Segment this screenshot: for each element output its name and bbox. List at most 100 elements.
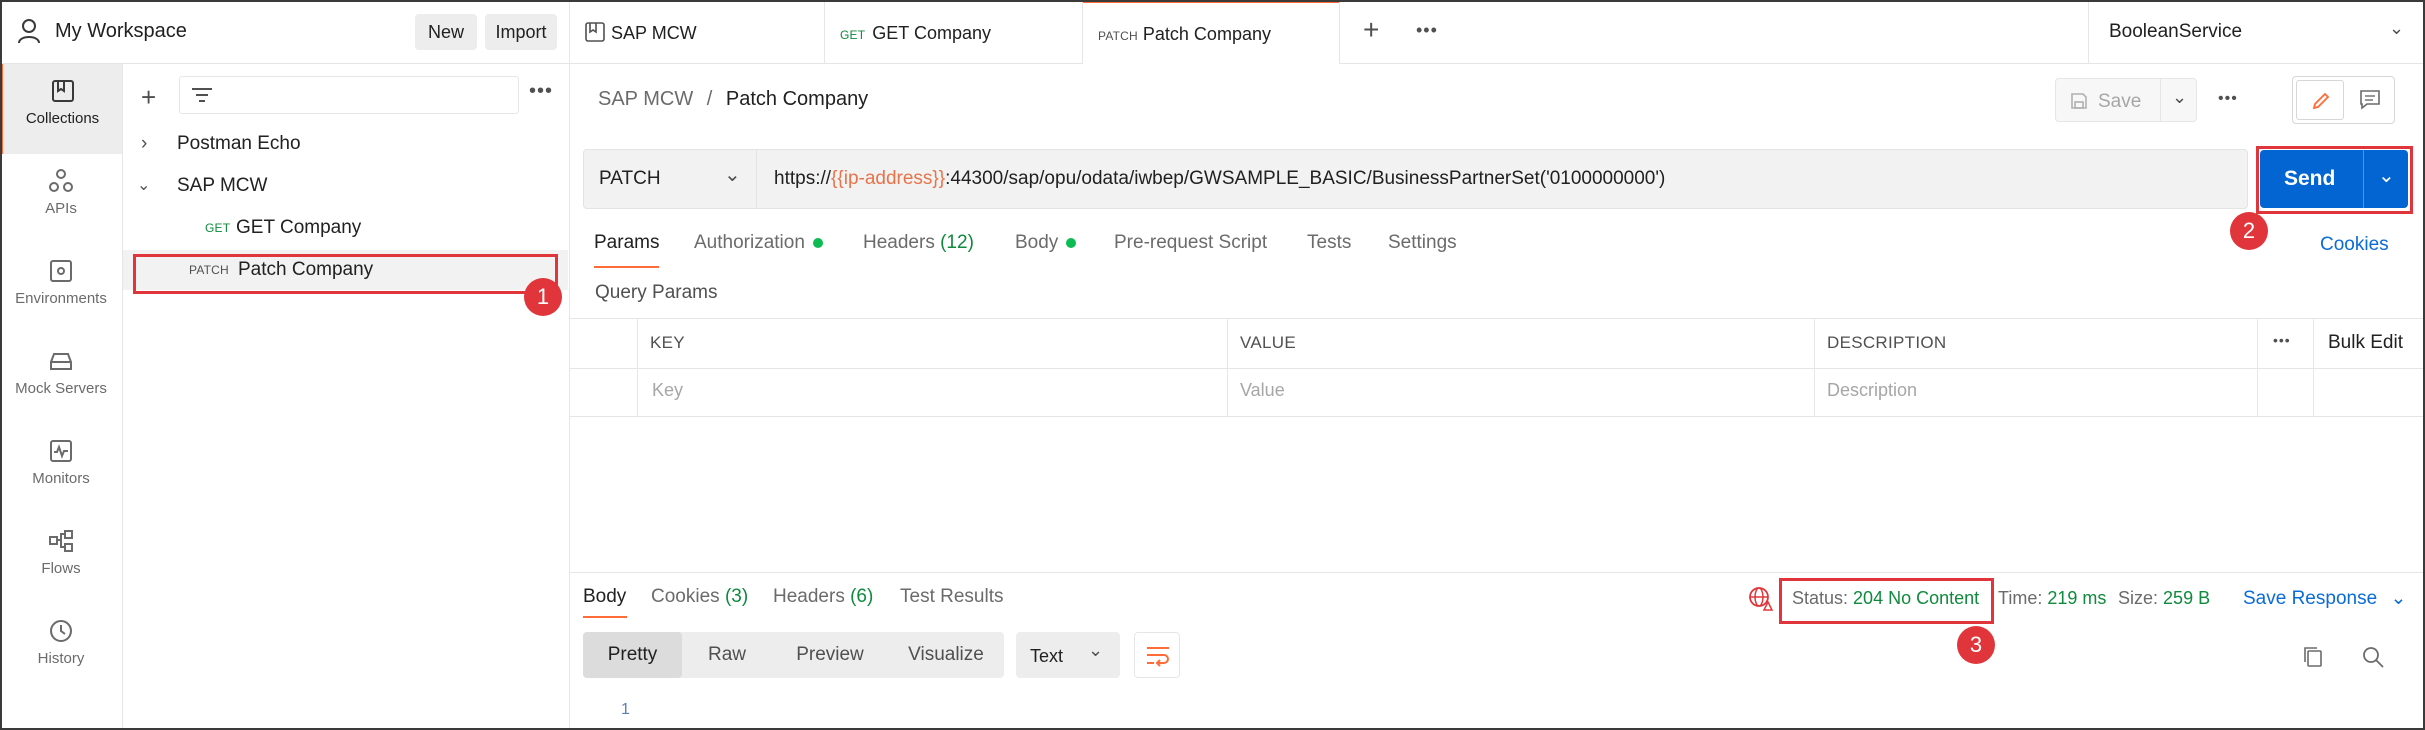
rail-label: Flows — [41, 560, 81, 577]
rail-item-flows[interactable]: Flows — [0, 514, 122, 604]
url-input[interactable]: https://{{ip-address}}:44300/sap/opu/oda… — [774, 168, 1665, 190]
import-button[interactable]: Import — [485, 14, 557, 50]
tab-headers[interactable]: Headers (12) — [863, 232, 974, 254]
tab-label: Headers — [863, 232, 935, 253]
format-label: Text — [1030, 646, 1064, 666]
collection-sap-mcw[interactable]: ⌄ SAP MCW — [123, 166, 568, 206]
response-view-segmented: Pretty Raw Preview Visualize — [583, 632, 1004, 678]
tab-label: Cookies — [651, 586, 720, 607]
new-tab-icon[interactable]: + — [1363, 14, 1379, 46]
query-params-title: Query Params — [595, 282, 718, 303]
response-tab-cookies[interactable]: Cookies (3) — [651, 586, 748, 608]
copy-icon[interactable] — [2302, 645, 2324, 669]
callout-badge-2: 2 — [2230, 212, 2268, 250]
response-tab-headers[interactable]: Headers (6) — [773, 586, 873, 608]
rail-item-mock-servers[interactable]: Mock Servers — [0, 334, 122, 424]
cookies-link[interactable]: Cookies — [2320, 234, 2389, 256]
request-get-company[interactable]: GET GET Company — [123, 208, 568, 248]
mock-servers-icon — [50, 353, 72, 370]
workspace-title[interactable]: My Workspace — [55, 20, 187, 43]
chevron-right-icon: › — [141, 133, 148, 154]
tab-authorization[interactable]: Authorization — [694, 232, 823, 254]
search-icon[interactable] — [2361, 645, 2385, 669]
rail-item-apis[interactable]: APIs — [0, 154, 122, 244]
collection-label: Postman Echo — [177, 133, 301, 154]
callout-box-2 — [2256, 146, 2413, 214]
collections-icon — [51, 80, 74, 102]
size-value[interactable]: 259 B — [2163, 588, 2210, 608]
view-pretty[interactable]: Pretty — [583, 632, 682, 678]
collection-postman-echo[interactable]: › Postman Echo — [123, 124, 568, 164]
active-tab-indicator — [583, 616, 627, 618]
url-variable: {{ip-address}} — [831, 168, 946, 189]
rail-item-environments[interactable]: Environments — [0, 244, 122, 334]
method-select[interactable]: PATCH ⌄ — [584, 150, 757, 208]
column-header-description: DESCRIPTION — [1827, 333, 1947, 352]
key-input[interactable]: Key — [652, 380, 683, 401]
breadcrumb-parent[interactable]: SAP MCW — [598, 88, 693, 110]
filter-input[interactable] — [179, 76, 519, 114]
tab-body[interactable]: Body — [1015, 232, 1077, 254]
tab-get-company[interactable]: GET GET Company — [825, 0, 1083, 64]
comments-icon[interactable] — [2359, 89, 2381, 111]
response-time: Time: 219 ms — [1998, 588, 2106, 609]
method-tag: GET — [205, 221, 231, 235]
response-tab-test-results[interactable]: Test Results — [900, 586, 1003, 608]
view-visualize[interactable]: Visualize — [888, 632, 1004, 678]
save-response-button[interactable]: Save Response ⌄ — [2243, 587, 2406, 610]
chevron-down-icon[interactable]: ⌄ — [2172, 87, 2187, 108]
rail-label: Mock Servers — [15, 380, 107, 397]
value-input[interactable]: Value — [1240, 380, 1285, 401]
tab-label: Body — [1015, 232, 1059, 253]
method-tag: PATCH — [1098, 29, 1138, 43]
more-options-icon[interactable]: ••• — [2218, 90, 2238, 108]
save-icon — [2071, 93, 2087, 109]
line-number: 1 — [621, 701, 630, 718]
wrap-lines-button[interactable] — [1134, 632, 1180, 678]
format-select[interactable]: Text ⌄ — [1016, 632, 1120, 678]
status-dot — [1066, 237, 1077, 248]
save-response-label: Save Response — [2243, 588, 2378, 609]
save-label: Save — [2098, 91, 2142, 112]
rail-item-history[interactable]: History — [0, 604, 122, 694]
apis-icon — [49, 169, 73, 192]
column-header-value: VALUE — [1240, 333, 1296, 352]
request-label: GET Company — [236, 217, 362, 238]
response-tab-body[interactable]: Body — [583, 586, 626, 608]
tab-overflow-icon[interactable]: ••• — [1416, 20, 1438, 41]
description-input[interactable]: Description — [1827, 380, 1917, 401]
chevron-down-icon: ⌄ — [724, 164, 741, 186]
filter-icon — [192, 88, 212, 102]
tab-patch-company[interactable]: PATCH Patch Company — [1083, 0, 1340, 64]
rail-label: Environments — [15, 290, 107, 307]
view-preview[interactable]: Preview — [772, 632, 888, 678]
tab-params[interactable]: Params — [594, 232, 659, 254]
bulk-edit-button[interactable]: Bulk Edit — [2328, 332, 2403, 354]
tab-tests[interactable]: Tests — [1307, 232, 1351, 254]
rail-item-monitors[interactable]: Monitors — [0, 424, 122, 514]
rail-label: APIs — [45, 200, 77, 217]
new-button[interactable]: New — [415, 14, 477, 50]
tab-sap-mcw[interactable]: SAP MCW — [570, 0, 825, 64]
view-raw[interactable]: Raw — [682, 632, 772, 678]
network-globe-icon[interactable] — [1748, 586, 1774, 612]
breadcrumb-separator: / — [706, 88, 713, 110]
url-prefix: https:// — [774, 168, 832, 189]
more-options-icon[interactable]: ••• — [2273, 332, 2291, 348]
chevron-down-icon: ⌄ — [2389, 18, 2405, 38]
save-button[interactable]: Save ⌄ — [2055, 78, 2197, 122]
rail-item-collections[interactable]: Collections — [0, 64, 122, 154]
more-options-icon[interactable]: ••• — [529, 80, 553, 103]
tab-pre-request-script[interactable]: Pre-request Script — [1114, 232, 1267, 254]
time-value[interactable]: 219 ms — [2047, 588, 2106, 608]
view-mode-toggle[interactable] — [2292, 76, 2395, 124]
history-icon — [50, 620, 72, 642]
environment-select[interactable]: BooleanService ⌄ — [2088, 0, 2425, 64]
wrap-lines-icon — [1147, 647, 1169, 667]
breadcrumb: SAP MCW / Patch Company — [598, 88, 868, 111]
edit-mode-button[interactable] — [2296, 80, 2344, 120]
column-header-key: KEY — [650, 333, 685, 352]
tab-settings[interactable]: Settings — [1388, 232, 1457, 254]
status-dot — [812, 237, 823, 248]
add-icon[interactable]: + — [141, 82, 156, 113]
